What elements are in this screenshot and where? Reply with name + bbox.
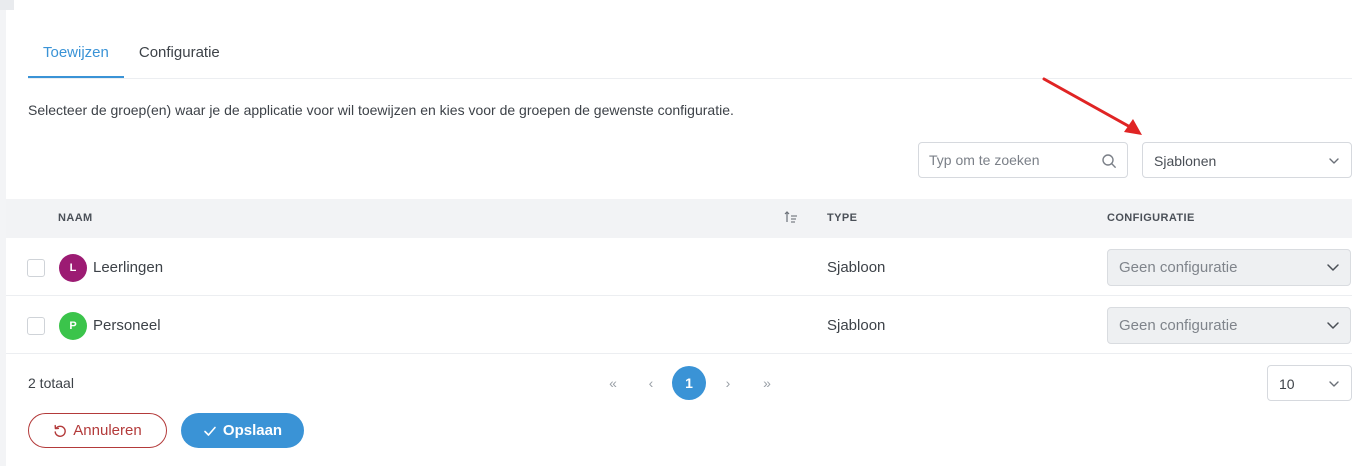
group-type: Sjabloon: [827, 317, 886, 334]
cancel-button[interactable]: Annuleren: [28, 413, 167, 448]
configuration-select[interactable]: Geen configuratie: [1107, 307, 1351, 344]
column-header-config: CONFIGURATIE: [1107, 212, 1195, 224]
row-checkbox[interactable]: [27, 259, 45, 277]
description-text: Selecteer de groep(en) waar je de applic…: [28, 102, 734, 118]
row-checkbox[interactable]: [27, 317, 45, 335]
tab-bar: Toewijzen Configuratie: [28, 36, 1352, 79]
templates-select-value: Sjablonen: [1154, 153, 1217, 169]
column-header-type: TYPE: [827, 212, 858, 224]
annotation-arrow-icon: [1042, 77, 1142, 135]
page-size-select[interactable]: 10: [1267, 365, 1352, 401]
configuration-select-value: Geen configuratie: [1119, 259, 1238, 276]
top-strip: [0, 0, 14, 10]
group-name: Leerlingen: [93, 259, 164, 276]
group-type: Sjabloon: [827, 259, 886, 276]
table-row: L Leerlingen Sjabloon Geen configuratie: [6, 238, 1352, 296]
search-input[interactable]: [929, 152, 1089, 168]
undo-icon: [54, 424, 67, 437]
chevron-down-icon: [1327, 264, 1339, 271]
chevron-down-icon: [1327, 322, 1339, 329]
save-button-label: Opslaan: [222, 422, 283, 439]
tab-configuratie[interactable]: Configuratie: [124, 36, 235, 78]
total-count: 2 totaal: [28, 375, 74, 391]
chevron-down-icon: [1329, 158, 1339, 164]
last-page-button[interactable]: »: [750, 366, 784, 400]
cancel-button-label: Annuleren: [73, 422, 142, 439]
group-name: Personeel: [93, 317, 161, 334]
page-size-value: 10: [1279, 376, 1295, 392]
table-header: NAAM TYPE CONFIGURATIE: [6, 199, 1352, 238]
templates-select[interactable]: Sjablonen: [1142, 142, 1352, 178]
configuration-select-value: Geen configuratie: [1119, 317, 1238, 334]
tab-toewijzen[interactable]: Toewijzen: [28, 36, 124, 78]
avatar: P: [59, 312, 87, 340]
save-button[interactable]: Opslaan: [181, 413, 304, 448]
search-box[interactable]: [918, 142, 1128, 178]
previous-page-button[interactable]: ‹: [634, 366, 668, 400]
next-page-button[interactable]: ›: [711, 366, 745, 400]
column-header-name[interactable]: NAAM: [58, 212, 93, 224]
configuration-select[interactable]: Geen configuratie: [1107, 249, 1351, 286]
avatar: L: [59, 254, 87, 282]
search-icon[interactable]: [1101, 153, 1117, 169]
table-row: P Personeel Sjabloon Geen configuratie: [6, 296, 1352, 354]
first-page-button[interactable]: «: [596, 366, 630, 400]
sort-ascending-icon[interactable]: [784, 210, 798, 224]
current-page-button[interactable]: 1: [672, 366, 706, 400]
check-icon: [204, 426, 216, 436]
chevron-down-icon: [1329, 381, 1339, 387]
